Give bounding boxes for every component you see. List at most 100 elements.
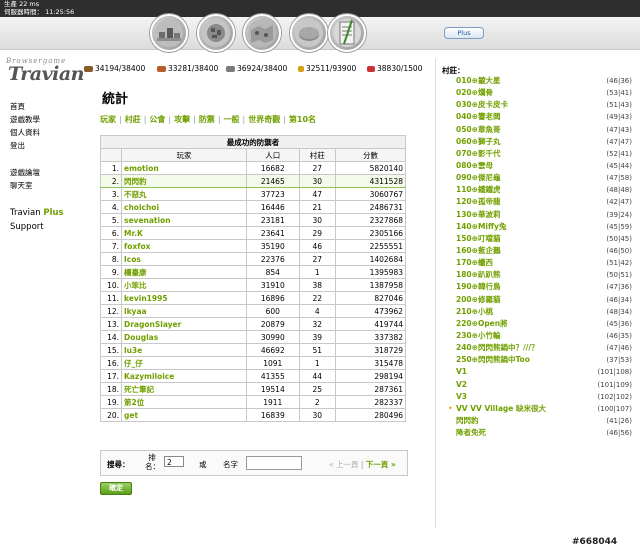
village-name[interactable]: 010⊕鍍大星 bbox=[456, 75, 500, 87]
village-list-item[interactable]: V2 (101|109) bbox=[446, 379, 632, 391]
player-link[interactable]: 閃閃豹 bbox=[121, 174, 247, 188]
village-name[interactable]: 160⊕藍企鵝 bbox=[456, 245, 500, 257]
name-input[interactable] bbox=[246, 456, 302, 470]
village-list-item[interactable]: 140⊕Miffy兔 (45|59) bbox=[446, 221, 632, 233]
village-name[interactable]: 110⊕鐵鐵虎 bbox=[456, 184, 500, 196]
next-page-link[interactable]: 下一頁 » bbox=[366, 460, 396, 469]
village-name[interactable]: V1 bbox=[456, 366, 467, 378]
menu-support[interactable]: Support bbox=[10, 220, 80, 234]
village-name[interactable]: V3 bbox=[456, 391, 467, 403]
village-name[interactable]: 210⊕小桃 bbox=[456, 306, 493, 318]
village-name[interactable]: 180⊕趴趴熊 bbox=[456, 269, 500, 281]
village-list-item[interactable]: V1 (101|108) bbox=[446, 366, 632, 378]
village-list-item[interactable]: V3 (102|102) bbox=[446, 391, 632, 403]
village-name[interactable]: 250⊕閃閃熊鍋中Too bbox=[456, 354, 530, 366]
village-center-icon[interactable] bbox=[197, 14, 235, 52]
statistics-icon[interactable] bbox=[290, 14, 328, 52]
village-name[interactable]: 120⊕孤帝龍 bbox=[456, 196, 500, 208]
reports-icon[interactable] bbox=[328, 14, 366, 52]
player-link[interactable]: Mr.K bbox=[121, 226, 247, 240]
village-name[interactable]: 040⊕響老闆 bbox=[456, 111, 500, 123]
village-list-item[interactable]: 070⊕影千代 (52|41) bbox=[446, 148, 632, 160]
player-link[interactable]: 櫃臺康 bbox=[121, 265, 247, 279]
village-list-item[interactable]: 180⊕趴趴熊 (50|51) bbox=[446, 269, 632, 281]
village-name[interactable]: 200⊕修羅貓 bbox=[456, 294, 500, 306]
village-list-item[interactable]: 110⊕鐵鐵虎 (48|48) bbox=[446, 184, 632, 196]
tab-villages[interactable]: 村莊 bbox=[125, 115, 141, 124]
village-list-item[interactable]: 降者免死 (46|56) bbox=[446, 427, 632, 439]
tab-attackers[interactable]: 攻擊 bbox=[174, 115, 190, 124]
player-link[interactable]: Kazymiloice bbox=[121, 369, 247, 383]
village-name[interactable]: 060⊕獅子丸 bbox=[456, 136, 500, 148]
village-list-item[interactable]: 230⊕小竹輪 (46|35) bbox=[446, 330, 632, 342]
menu-chat[interactable]: 聊天室 bbox=[10, 179, 80, 192]
village-name[interactable]: 090⊕傑尼龜 bbox=[456, 172, 500, 184]
player-link[interactable]: sevenation bbox=[121, 213, 247, 227]
village-list-item[interactable]: 240⊕閃閃熊鍋中？///？ (47|46) bbox=[446, 342, 632, 354]
village-list-item[interactable]: 200⊕修羅貓 (46|34) bbox=[446, 294, 632, 306]
player-link[interactable]: 死亡筆記 bbox=[121, 382, 247, 396]
village-list-item[interactable]: 010⊕鍍大星 (46|36) bbox=[446, 75, 632, 87]
player-link[interactable]: 不惡丸 bbox=[121, 187, 247, 201]
village-list-item[interactable]: 150⊕叮噹貓 (50|45) bbox=[446, 233, 632, 245]
village-list-item[interactable]: 120⊕孤帝龍 (42|47) bbox=[446, 196, 632, 208]
player-link[interactable]: Douglas bbox=[121, 330, 247, 344]
village-name[interactable]: VV VV Village 缺米很大 bbox=[456, 403, 546, 415]
village-name[interactable]: 050⊕章魚哥 bbox=[456, 124, 500, 136]
village-name[interactable]: V2 bbox=[456, 379, 467, 391]
village-list-item[interactable]: 050⊕章魚哥 (47|43) bbox=[446, 124, 632, 136]
menu-tutorial[interactable]: 遊戲教學 bbox=[10, 113, 80, 126]
village-name[interactable]: 080⊕雲母 bbox=[456, 160, 493, 172]
village-name[interactable]: 240⊕閃閃熊鍋中？///？ bbox=[456, 342, 539, 354]
player-link[interactable]: 第2位 bbox=[121, 395, 247, 409]
tab-defenders[interactable]: 防禦 bbox=[199, 115, 215, 124]
village-name[interactable]: 150⊕叮噹貓 bbox=[456, 233, 500, 245]
village-list-item[interactable]: 170⊕蠟西 (51|42) bbox=[446, 257, 632, 269]
menu-travian-plus[interactable]: Travian Plus bbox=[10, 206, 80, 220]
ok-button[interactable]: 確定 bbox=[100, 482, 132, 495]
tab-alliances[interactable]: 公會 bbox=[149, 115, 165, 124]
player-link[interactable]: lkyaa bbox=[121, 304, 247, 318]
village-list-item[interactable]: • VV VV Village 缺米很大 (100|107) bbox=[446, 403, 632, 415]
tab-players[interactable]: 玩家 bbox=[100, 115, 116, 124]
village-list-item[interactable]: 160⊕藍企鵝 (46|50) bbox=[446, 245, 632, 257]
village-list-item[interactable]: 閃閃豹 (41|26) bbox=[446, 415, 632, 427]
player-link[interactable]: choichoi bbox=[121, 200, 247, 214]
village-name[interactable]: 190⊕韓行鳥 bbox=[456, 281, 500, 293]
map-icon[interactable] bbox=[243, 14, 281, 52]
village-list-item[interactable]: 190⊕韓行鳥 (47|36) bbox=[446, 281, 632, 293]
village-name[interactable]: 降者免死 bbox=[456, 427, 486, 439]
village-list-item[interactable]: 080⊕雲母 (45|44) bbox=[446, 160, 632, 172]
tab-wonders[interactable]: 世界奇觀 bbox=[248, 115, 280, 124]
village-list-item[interactable]: 030⊕皮卡皮卡 (51|43) bbox=[446, 99, 632, 111]
player-link[interactable]: 仔_仔 bbox=[121, 356, 247, 370]
village-name[interactable]: 070⊕影千代 bbox=[456, 148, 500, 160]
player-link[interactable]: 小笨比 bbox=[121, 278, 247, 292]
village-list-item[interactable]: 040⊕響老闆 (49|43) bbox=[446, 111, 632, 123]
menu-home[interactable]: 首頁 bbox=[10, 100, 80, 113]
menu-logout[interactable]: 登出 bbox=[10, 139, 80, 152]
tab-general[interactable]: 一般 bbox=[224, 115, 240, 124]
village-list-item[interactable]: 060⊕獅子丸 (47|47) bbox=[446, 136, 632, 148]
village-list-item[interactable]: 220⊕Open將 (45|36) bbox=[446, 318, 632, 330]
village-name[interactable]: 020⊕爛骨 bbox=[456, 87, 493, 99]
village-list-item[interactable]: 090⊕傑尼龜 (47|58) bbox=[446, 172, 632, 184]
player-link[interactable]: emotion bbox=[121, 161, 247, 175]
village-name[interactable]: 220⊕Open將 bbox=[456, 318, 508, 330]
prev-page-link[interactable]: « 上一頁 bbox=[329, 460, 358, 469]
village-list-item[interactable]: 130⊕華波莉 (39|24) bbox=[446, 209, 632, 221]
player-link[interactable]: Icos bbox=[121, 252, 247, 266]
player-link[interactable]: foxfox bbox=[121, 239, 247, 253]
village-list-item[interactable]: 250⊕閃閃熊鍋中Too (37|53) bbox=[446, 354, 632, 366]
village-name[interactable]: 140⊕Miffy兔 bbox=[456, 221, 506, 233]
menu-profile[interactable]: 個人資料 bbox=[10, 126, 80, 139]
travian-logo[interactable]: Browsergame Travian bbox=[6, 57, 84, 87]
tab-top10[interactable]: 第10名 bbox=[289, 115, 316, 124]
player-link[interactable]: get bbox=[121, 408, 247, 422]
player-link[interactable]: DragonSlayer bbox=[121, 317, 247, 331]
player-link[interactable]: lu3e bbox=[121, 343, 247, 357]
village-name[interactable]: 030⊕皮卡皮卡 bbox=[456, 99, 508, 111]
village-name[interactable]: 130⊕華波莉 bbox=[456, 209, 500, 221]
village-overview-icon[interactable] bbox=[150, 14, 188, 52]
village-list-item[interactable]: 210⊕小桃 (48|34) bbox=[446, 306, 632, 318]
